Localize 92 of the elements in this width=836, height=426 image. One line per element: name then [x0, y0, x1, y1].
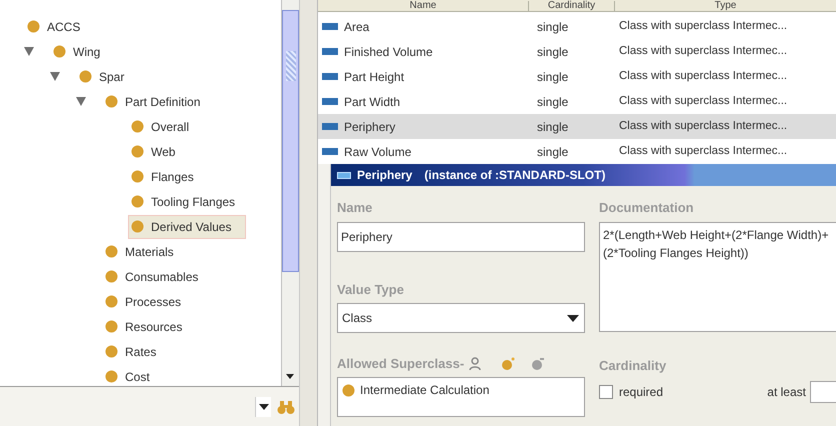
table-row[interactable]: Part Width single Class with superclass Intermec... — [318, 89, 836, 114]
form-title: Periphery — [357, 167, 412, 184]
field-label: Allowed Superclass- — [337, 355, 464, 374]
expanded-triangle-icon[interactable] — [24, 47, 34, 56]
slot-icon — [322, 48, 338, 55]
class-dot-icon — [131, 120, 144, 133]
add-class-icon[interactable] — [501, 357, 516, 371]
tree-item[interactable]: Rates — [102, 340, 172, 364]
person-icon[interactable] — [469, 357, 484, 371]
table-cell-text: Class with superclass Intermec... — [618, 18, 788, 34]
table-cell-text: single — [536, 68, 570, 86]
table-cell-text: single — [536, 44, 570, 60]
table-cell-text: Class with superclass Intermec... — [618, 68, 788, 84]
at-least-field[interactable] — [810, 381, 836, 403]
expanded-triangle-icon[interactable] — [76, 97, 86, 106]
class-dot-icon — [342, 384, 355, 396]
table-cell-text: Class with superclass Intermec... — [618, 44, 788, 59]
class-dot-icon — [131, 195, 144, 208]
class-dot-icon — [105, 245, 118, 258]
search-dropdown[interactable] — [255, 396, 271, 416]
field-label: Value Type — [337, 280, 405, 299]
tree-item[interactable]: ACCS — [24, 14, 96, 38]
value-type-select[interactable]: Class — [337, 303, 585, 333]
table-cell-text: single — [536, 118, 570, 136]
class-dot-icon — [105, 95, 118, 108]
table-cell-text: single — [536, 18, 570, 36]
binoculars-icon[interactable] — [277, 398, 295, 414]
scrollbar[interactable] — [281, 0, 299, 386]
class-dot-icon — [105, 295, 118, 308]
tree-item[interactable]: Consumables — [102, 264, 214, 288]
tree-item[interactable]: Wing — [50, 40, 116, 64]
tree-item[interactable]: Overall — [128, 114, 204, 138]
table-cell-text: Class with superclass Intermec... — [618, 144, 788, 159]
table-row[interactable]: Area single Class with superclass Intermec... — [318, 14, 836, 39]
caret-icon — [567, 314, 579, 322]
slot-icon — [337, 172, 351, 178]
slot-icon — [322, 148, 338, 155]
class-dot-icon — [131, 220, 144, 233]
field-label: Documentation — [599, 199, 695, 217]
table-cell-text: single — [536, 144, 570, 160]
table-cell-text: single — [536, 94, 570, 110]
table-cell-text: Class with superclass Intermec... — [618, 118, 788, 134]
tree-item[interactable]: Part Definition — [102, 90, 216, 114]
slot-icon — [322, 123, 338, 130]
tree-item[interactable]: Web — [128, 140, 190, 164]
table-cell-text: Area — [344, 18, 370, 36]
field-label: Cardinality — [599, 356, 668, 375]
remove-class-icon[interactable] — [531, 357, 546, 371]
table-row[interactable]: Raw Volume single Class with superclass Intermec... — [318, 139, 836, 164]
caret-icon — [258, 404, 268, 410]
class-dot-icon — [105, 370, 118, 383]
tree-item[interactable]: Flanges — [128, 164, 209, 188]
tree-item[interactable]: Materials — [102, 240, 189, 264]
documentation-field[interactable]: 2*(Length+Web Height+(2*Flange Width)+(2*Tooling Flanges Height)) — [599, 222, 836, 332]
class-dot-icon — [131, 170, 144, 183]
name-field[interactable]: Periphery — [337, 222, 585, 252]
class-dot-icon — [105, 320, 118, 333]
table-cell-text: Finished Volume — [344, 44, 433, 60]
scroll-grip-icon[interactable] — [286, 51, 296, 81]
table-row[interactable]: Periphery single Class with superclass Intermec... — [318, 114, 836, 139]
table-cell-text: Part Height — [344, 68, 404, 86]
slot-icon — [322, 73, 338, 80]
table-cell-text: Class with superclass Intermec... — [618, 94, 788, 109]
checkbox-label: required — [619, 384, 664, 401]
class-dot-icon — [131, 145, 144, 158]
table-row[interactable]: Part Height single Class with superclass Intermec... — [318, 64, 836, 89]
table-cell-text: Raw Volume — [344, 144, 412, 160]
table-cell-text: Part Width — [344, 94, 400, 110]
class-dot-icon — [27, 20, 40, 33]
class-dot-icon — [79, 70, 92, 83]
slot-icon — [322, 98, 338, 105]
tree-item[interactable]: Cost — [102, 364, 165, 388]
list-item[interactable]: Intermediate Calculation — [342, 381, 584, 399]
class-dot-icon — [105, 345, 118, 358]
tree-item[interactable]: Resources — [102, 314, 198, 338]
slot-icon — [322, 23, 338, 30]
column-header[interactable]: Type — [614, 1, 836, 11]
tree-item[interactable]: Processes — [102, 290, 196, 314]
column-header[interactable]: Name — [318, 1, 528, 11]
form-subtitle: (instance of :STANDARD-SLOT) — [424, 167, 606, 184]
tree-item[interactable]: Spar — [76, 64, 140, 88]
required-checkbox[interactable] — [599, 385, 613, 399]
tree-item[interactable]: Tooling Flanges — [128, 190, 250, 214]
field-label: at least — [767, 384, 806, 401]
table-cell-text: Periphery — [344, 118, 396, 136]
field-label: Name — [337, 199, 374, 217]
column-header[interactable]: Cardinality — [528, 1, 614, 11]
tree-item[interactable]: Derived Values — [128, 214, 246, 238]
class-dot-icon — [53, 45, 66, 58]
expanded-triangle-icon[interactable] — [50, 72, 60, 81]
table-row[interactable]: Finished Volume single Class with superclass Intermec... — [318, 39, 836, 64]
class-dot-icon — [105, 270, 118, 283]
